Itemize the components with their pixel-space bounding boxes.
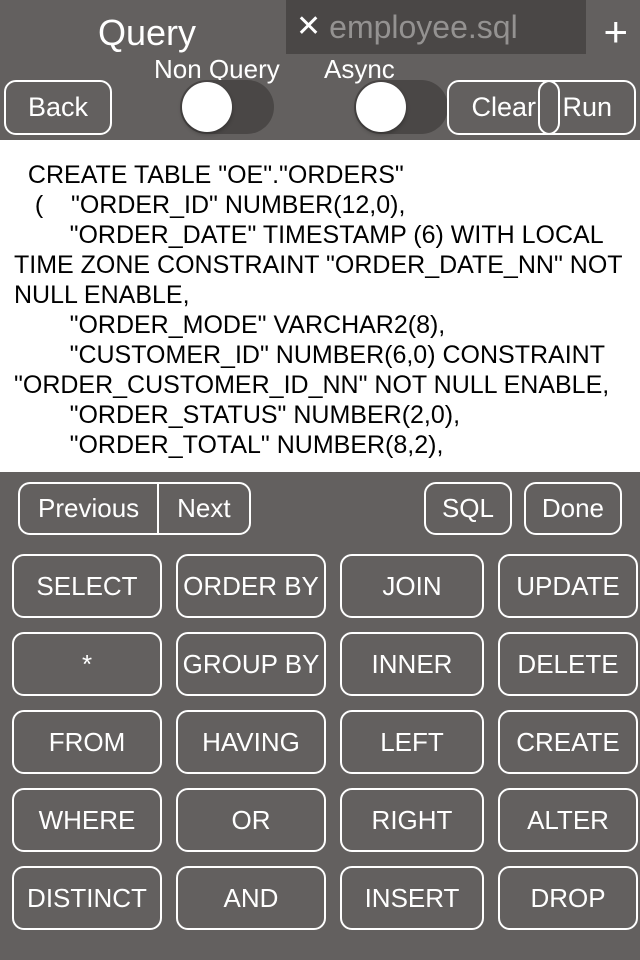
kb-alter[interactable]: ALTER (498, 788, 638, 852)
plus-icon[interactable]: + (603, 8, 628, 56)
kb-create[interactable]: CREATE (498, 710, 638, 774)
kb-orderby[interactable]: ORDER BY (176, 554, 326, 618)
kb-delete[interactable]: DELETE (498, 632, 638, 696)
kb-select[interactable]: SELECT (12, 554, 162, 618)
kb-row: DISTINCT AND INSERT DROP (12, 866, 628, 930)
kb-having[interactable]: HAVING (176, 710, 326, 774)
kb-distinct[interactable]: DISTINCT (12, 866, 162, 930)
file-tab[interactable]: ✕ employee.sql (286, 0, 586, 54)
kb-right[interactable]: RIGHT (340, 788, 484, 852)
kb-groupby[interactable]: GROUP BY (176, 632, 326, 696)
async-toggle[interactable] (354, 76, 448, 134)
kb-left[interactable]: LEFT (340, 710, 484, 774)
kb-row: FROM HAVING LEFT CREATE (12, 710, 628, 774)
kb-star[interactable]: * (12, 632, 162, 696)
toggle-knob (182, 82, 232, 132)
header: Query ✕ employee.sql + (0, 0, 640, 54)
toggle-knob (356, 82, 406, 132)
sql-editor[interactable]: CREATE TABLE "OE"."ORDERS" ( "ORDER_ID" … (0, 140, 640, 472)
run-button[interactable]: Run (538, 80, 636, 135)
editor-nav-toolbar: Previous Next SQL Done (0, 472, 640, 544)
next-button[interactable]: Next (157, 482, 250, 535)
kb-drop[interactable]: DROP (498, 866, 638, 930)
back-button[interactable]: Back (4, 80, 112, 135)
sql-button[interactable]: SQL (424, 482, 512, 535)
kb-join[interactable]: JOIN (340, 554, 484, 618)
kb-insert[interactable]: INSERT (340, 866, 484, 930)
kb-row: WHERE OR RIGHT ALTER (12, 788, 628, 852)
kb-update[interactable]: UPDATE (498, 554, 638, 618)
kb-inner[interactable]: INNER (340, 632, 484, 696)
close-icon[interactable]: ✕ (296, 12, 321, 42)
sql-keyword-keyboard: SELECT ORDER BY JOIN UPDATE * GROUP BY I… (0, 544, 640, 944)
prev-next-group: Previous Next (18, 482, 251, 535)
done-button[interactable]: Done (524, 482, 622, 535)
kb-row: * GROUP BY INNER DELETE (12, 632, 628, 696)
tab-filename: employee.sql (329, 9, 518, 46)
non-query-toggle[interactable] (180, 76, 274, 134)
toolbar: Back Clear Run (0, 84, 640, 140)
previous-button[interactable]: Previous (18, 482, 157, 535)
kb-or[interactable]: OR (176, 788, 326, 852)
page-title: Query (0, 0, 196, 54)
kb-where[interactable]: WHERE (12, 788, 162, 852)
kb-from[interactable]: FROM (12, 710, 162, 774)
kb-and[interactable]: AND (176, 866, 326, 930)
kb-row: SELECT ORDER BY JOIN UPDATE (12, 554, 628, 618)
